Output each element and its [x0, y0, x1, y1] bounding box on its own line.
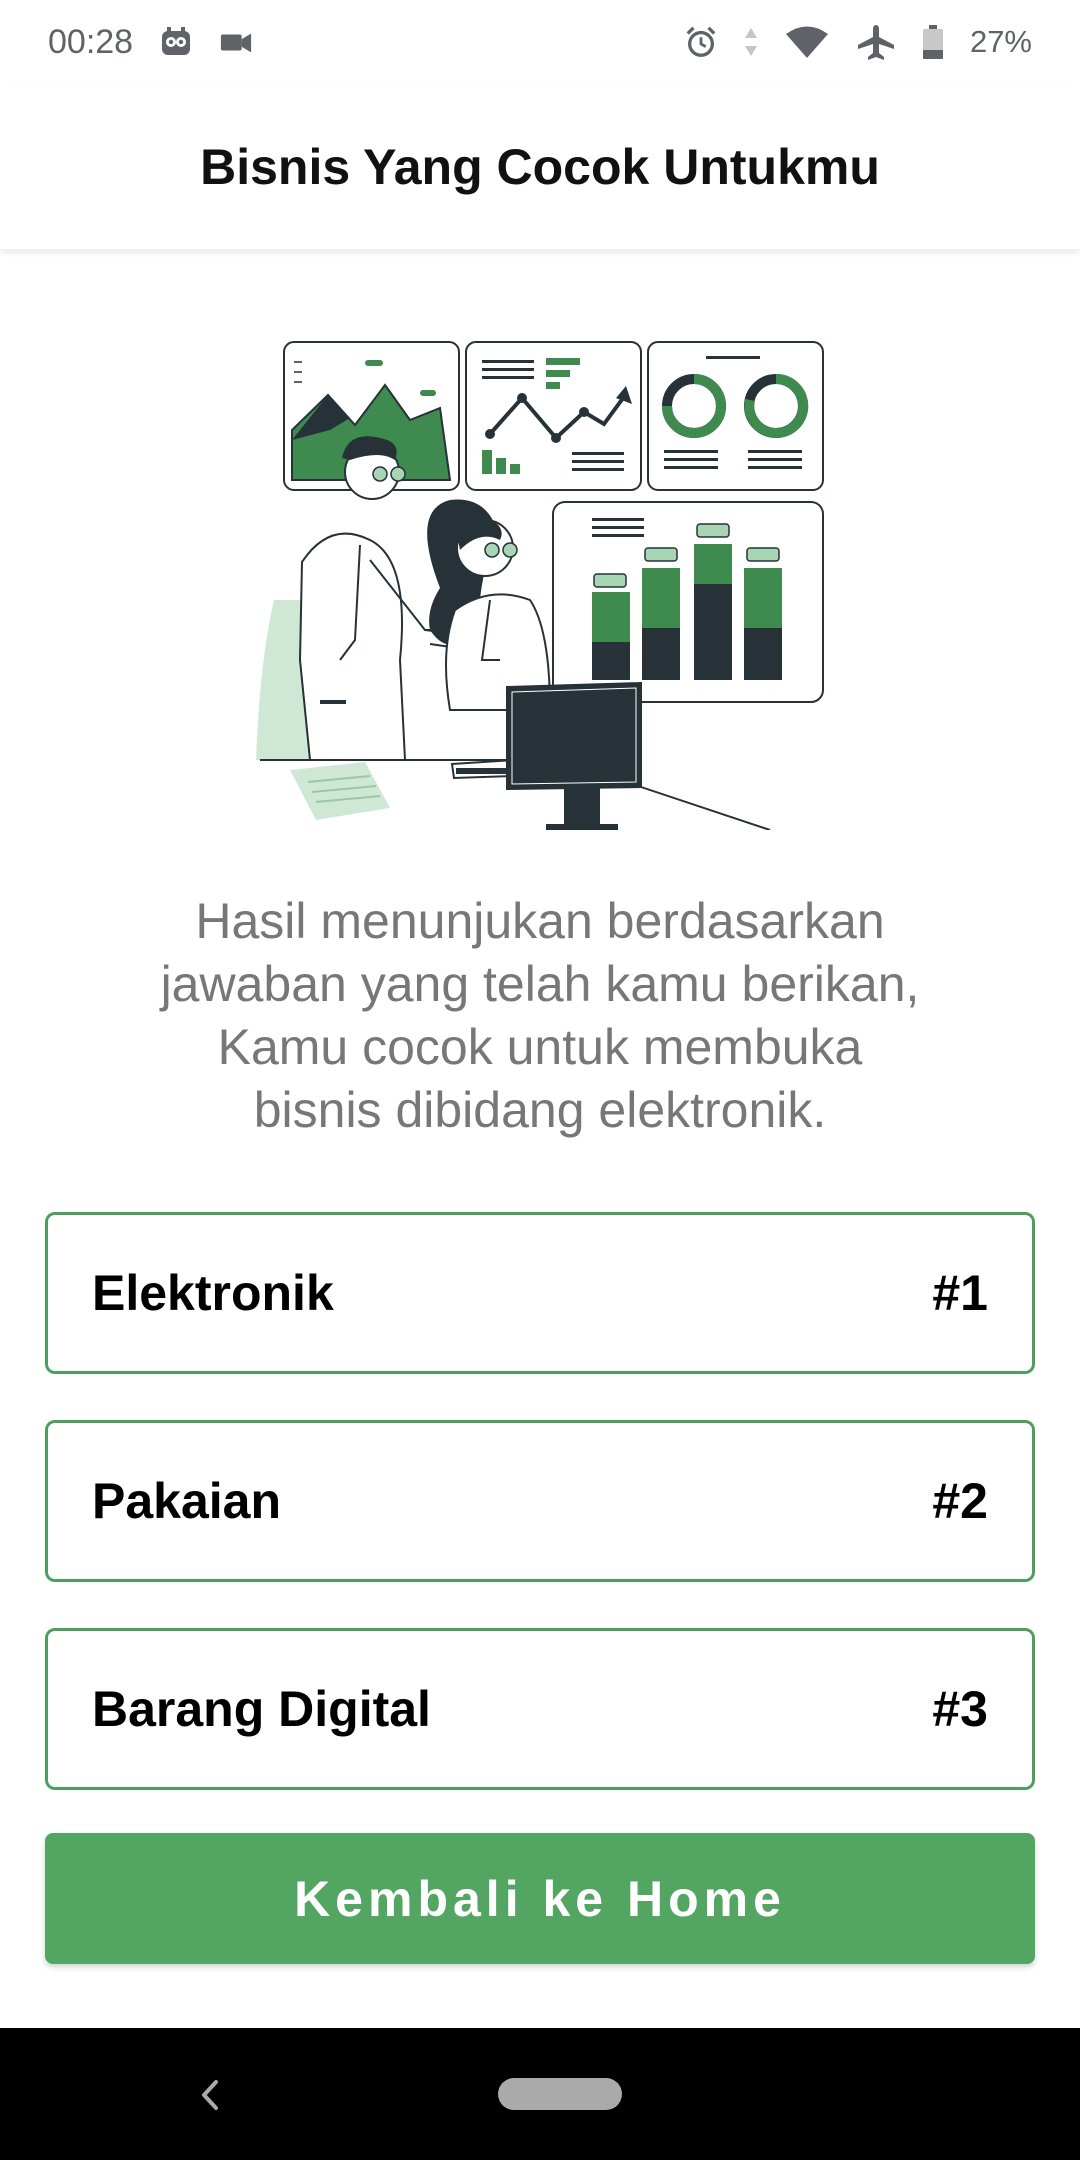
result-rank: #1: [932, 1265, 988, 1321]
result-card-pakaian[interactable]: Pakaian #2: [45, 1420, 1035, 1582]
home-pill-icon[interactable]: [498, 2078, 622, 2110]
airplane-icon: [856, 25, 896, 60]
status-left: 00:28: [48, 23, 253, 62]
description-line-1: Hasil menunjukan berdasarkan: [195, 893, 885, 949]
result-name: Barang Digital: [92, 1681, 431, 1737]
app-bar: Bisnis Yang Cocok Untukmu: [0, 84, 1080, 250]
page-title: Bisnis Yang Cocok Untukmu: [200, 138, 880, 195]
battery-percentage: 27%: [969, 24, 1032, 59]
result-name: Pakaian: [92, 1473, 282, 1529]
result-rank: #3: [932, 1681, 988, 1737]
wifi-icon: [784, 25, 830, 59]
status-time: 00:28: [48, 22, 134, 61]
status-bar: 00:28 27%: [0, 0, 1080, 84]
alarm-icon: [684, 25, 718, 59]
video-camera-icon: [219, 25, 253, 59]
description-line-4: bisnis dibidang elektronik.: [253, 1082, 827, 1138]
result-card-elektronik[interactable]: Elektronik #1: [45, 1212, 1035, 1374]
data-arrows-icon: [744, 25, 758, 59]
battery-icon: [922, 25, 944, 59]
status-right: 27%: [684, 24, 1032, 60]
result-description: Hasil menunjukan berdasarkan jawaban yan…: [110, 890, 970, 1142]
business-analytics-illustration: [250, 330, 830, 832]
description-line-2: jawaban yang telah kamu berikan,: [160, 956, 920, 1012]
result-name: Elektronik: [92, 1265, 334, 1321]
back-to-home-button[interactable]: Kembali ke Home: [45, 1833, 1035, 1964]
description-line-3: Kamu cocok untuk membuka: [217, 1019, 863, 1075]
result-rank: #2: [932, 1473, 988, 1529]
back-icon[interactable]: [190, 2072, 226, 2118]
navigation-bar: [0, 2028, 1080, 2160]
owl-icon: [159, 25, 193, 59]
result-card-barang-digital[interactable]: Barang Digital #3: [45, 1628, 1035, 1790]
